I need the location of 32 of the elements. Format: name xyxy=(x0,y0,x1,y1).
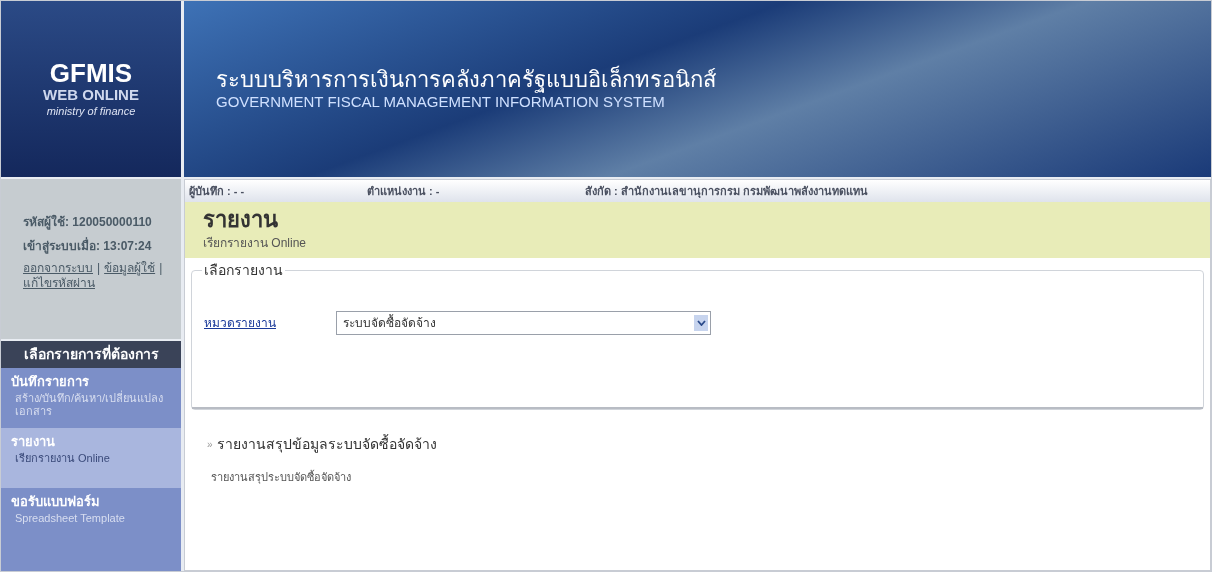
report-category-select[interactable]: ระบบจัดซื้อจัดจ้าง xyxy=(336,311,711,335)
info-field: ตำแหน่งงาน : - xyxy=(363,182,581,200)
info-field: ผู้บันทึก : - - xyxy=(185,182,363,200)
logo-subtitle: WEB ONLINE xyxy=(43,85,139,105)
user-id-text: รหัสผู้ใช้: 120050000110 xyxy=(23,213,153,231)
logo-tagline: ministry of finance xyxy=(46,104,136,119)
page-title: รายงาน xyxy=(203,206,279,234)
menu-item-subtitle: เรียกรายงาน Online xyxy=(14,451,111,466)
menu-item-title: รายงาน xyxy=(11,433,56,451)
user-link[interactable]: แก้ไขรหัสผ่าน xyxy=(23,276,95,291)
menu-item[interactable]: รายงาน เรียกรายงาน Online xyxy=(1,428,181,488)
user-link[interactable]: ข้อมูลผู้ใช้ xyxy=(104,261,156,276)
menu-header: เลือกรายการที่ต้องการ xyxy=(1,341,181,368)
menu-item[interactable]: ขอรับแบบฟอร์ม Spreadsheet Template xyxy=(1,488,181,571)
user-link[interactable]: ออกจากระบบ xyxy=(23,261,93,276)
report-link[interactable]: รายงานสรุปข้อมูลระบบจัดซื้อจัดจ้าง xyxy=(216,434,437,455)
login-time-text: เข้าสู่ระบบเมื่อ: 13:07:24 xyxy=(23,237,153,255)
menu-item-subtitle: สร้าง/บันทึก/ค้นหา/เปลี่ยนแปลง เอกสาร xyxy=(14,391,165,419)
banner-subtitle: GOVERNMENT FISCAL MANAGEMENT INFORMATION SYSTEM xyxy=(216,93,666,113)
banner-title: ระบบบริหารการเงินการคลังภาครัฐแบบอิเล็กทรอนิกส์ xyxy=(216,65,717,94)
logo-title: GFMIS xyxy=(49,59,133,86)
menu-item[interactable]: บันทึกรายการ สร้าง/บันทึก/ค้นหา/เปลี่ยนแปลง เอกสาร xyxy=(1,368,181,428)
report-category-link[interactable]: หมวดรายงาน xyxy=(204,314,276,332)
page-subtitle: เรียกรายงาน Online xyxy=(203,234,308,252)
link-separator: | xyxy=(97,261,101,276)
info-field: สังกัด : สำนักงานเลขานุการกรม กรมพัฒนาพลังงานทดแทน xyxy=(581,182,1210,200)
menu-item-title: บันทึกรายการ xyxy=(11,373,90,390)
menu-item-subtitle: Spreadsheet Template xyxy=(14,511,126,526)
report-description: รายงานสรุประบบจัดซื้อจัดจ้าง xyxy=(210,469,352,486)
bullet: » xyxy=(207,438,213,452)
menu-item-title: ขอรับแบบฟอร์ม xyxy=(11,493,101,511)
link-separator: | xyxy=(159,261,163,276)
